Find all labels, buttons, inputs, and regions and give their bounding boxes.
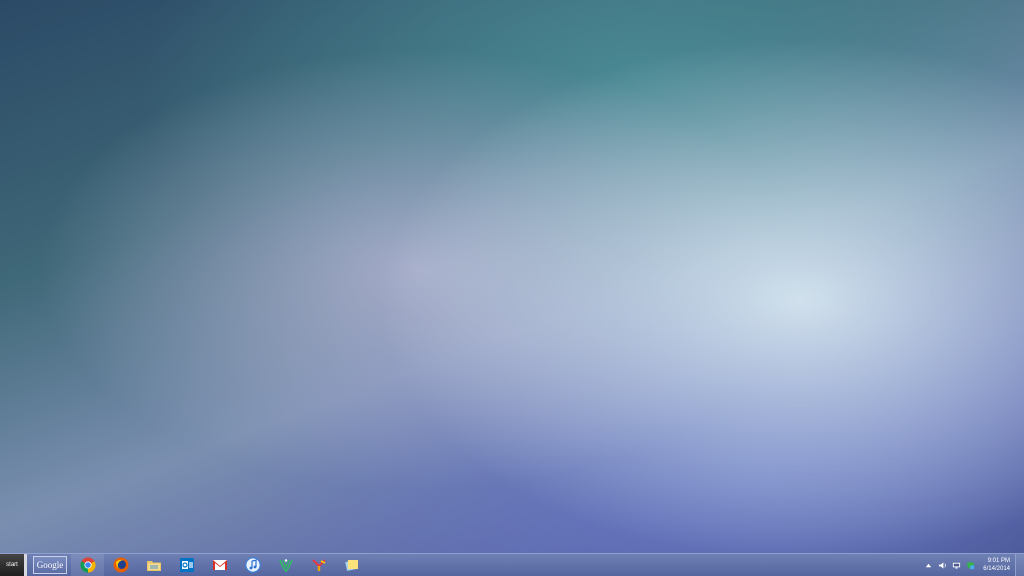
taskbar-app-chrome[interactable] [71, 554, 104, 576]
taskbar-app-file-explorer[interactable] [137, 554, 170, 576]
tray-volume-button[interactable] [936, 558, 949, 572]
desktop[interactable]: start Google 9:01 PM 6/14/2014 [0, 0, 1024, 576]
taskbar-app-outlook[interactable] [170, 554, 203, 576]
taskbar-app-yahoo[interactable] [302, 554, 335, 576]
sticky-notes-icon [344, 560, 358, 571]
tray-security-button[interactable] [964, 558, 977, 572]
gmail-icon [212, 560, 227, 570]
taskbar-clock[interactable]: 9:01 PM 6/14/2014 [983, 557, 1010, 573]
chrome-icon [79, 557, 96, 573]
taskbar: start Google 9:01 PM 6/14/2014 [0, 553, 1024, 576]
tray-network-button[interactable] [950, 558, 963, 572]
start-button[interactable]: start [0, 554, 27, 576]
itunes-icon [244, 557, 261, 573]
tray-overflow-button[interactable] [922, 558, 935, 572]
evernote-icon [278, 559, 293, 573]
pinned-apps [71, 554, 368, 576]
firefox-icon [113, 557, 128, 573]
taskbar-app-gmail[interactable] [203, 554, 236, 576]
google-search-label: Google [36, 560, 64, 570]
system-tray: 9:01 PM 6/14/2014 [921, 554, 1014, 576]
google-search-button[interactable]: Google [33, 556, 67, 574]
folder-icon [146, 561, 161, 571]
yahoo-icon [311, 559, 326, 571]
volume-icon [939, 561, 947, 569]
start-label: start [6, 562, 18, 568]
show-desktop-button[interactable] [1015, 554, 1024, 576]
taskbar-app-sticky-notes[interactable] [335, 554, 368, 576]
clock-time: 9:01 PM [987, 558, 1010, 564]
clock-date: 6/14/2014 [983, 566, 1010, 572]
chevron-up-icon [926, 563, 932, 567]
shield-icon [967, 561, 975, 569]
taskbar-app-evernote[interactable] [269, 554, 302, 576]
outlook-icon [179, 558, 194, 572]
network-icon [953, 562, 961, 569]
taskbar-app-firefox[interactable] [104, 554, 137, 576]
taskbar-app-itunes[interactable] [236, 554, 269, 576]
